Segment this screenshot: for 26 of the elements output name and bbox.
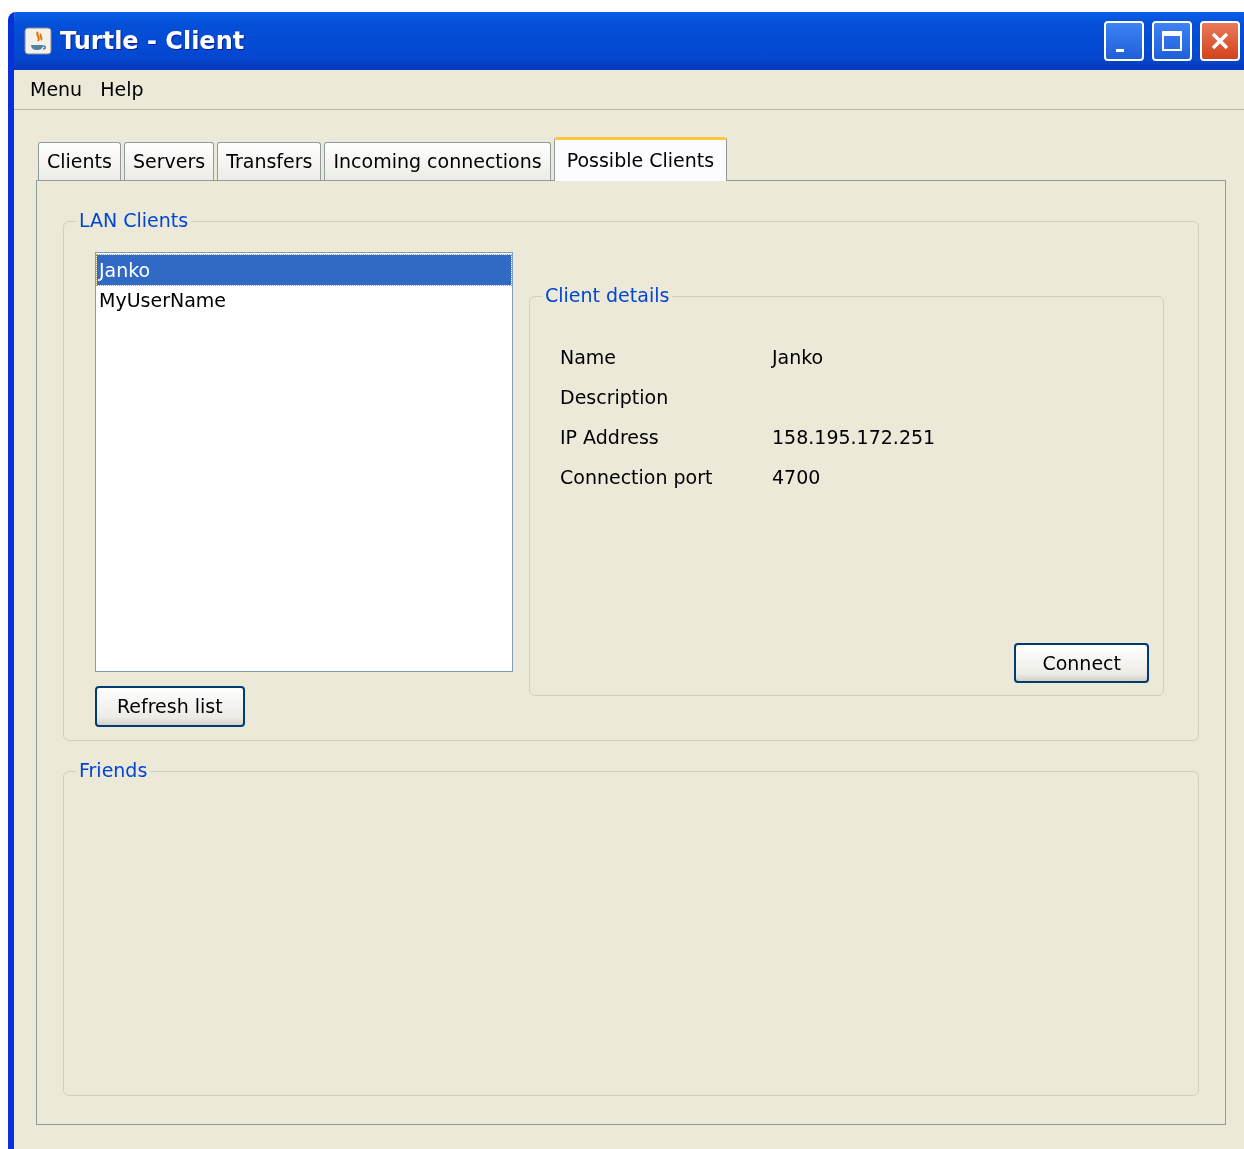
maximize-button[interactable] xyxy=(1152,21,1192,61)
field-label: Name xyxy=(560,344,618,370)
field-value: Janko xyxy=(772,344,824,370)
tab[interactable]: Incoming connections xyxy=(324,142,551,180)
refresh-button[interactable]: Refresh list xyxy=(95,686,245,727)
tab[interactable]: Transfers xyxy=(217,142,322,180)
maximize-icon xyxy=(1161,30,1183,52)
close-button[interactable] xyxy=(1200,21,1240,61)
field-label: IP Address xyxy=(560,424,660,450)
list-item[interactable]: Janko xyxy=(97,255,511,285)
minimize-button[interactable] xyxy=(1104,21,1144,61)
close-icon xyxy=(1209,30,1231,52)
connect-button[interactable]: Connect xyxy=(1014,642,1149,683)
app-icon xyxy=(24,27,52,55)
menu-item[interactable]: Help xyxy=(94,73,150,106)
tab[interactable]: Possible Clients xyxy=(553,137,728,181)
tab[interactable]: Clients xyxy=(38,142,121,180)
menu-item[interactable]: Menu xyxy=(24,73,89,106)
tab[interactable]: Servers xyxy=(123,142,215,180)
window-title: Turtle - Client xyxy=(60,26,246,57)
field-label: Description xyxy=(560,384,670,410)
field-label: Connection port xyxy=(560,464,714,490)
field-value: 4700 xyxy=(772,464,821,490)
field-value: 158.195.172.251 xyxy=(772,424,936,450)
minimize-icon xyxy=(1116,48,1124,52)
list-item[interactable]: MyUserName xyxy=(97,285,511,315)
